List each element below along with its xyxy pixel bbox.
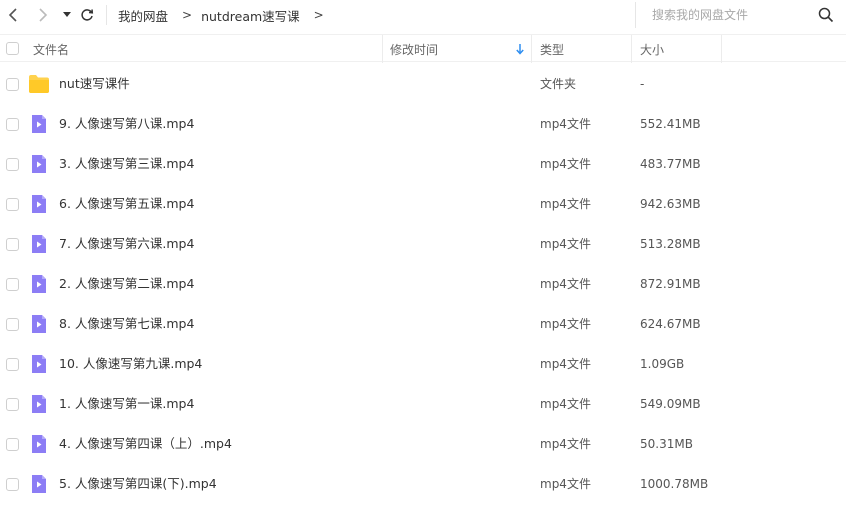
file-size: 549.09MB xyxy=(640,397,701,411)
file-size: 942.63MB xyxy=(640,197,701,211)
video-file-icon xyxy=(32,195,46,213)
file-name[interactable]: 5. 人像速写第四课(下).mp4 xyxy=(59,464,217,504)
breadcrumb: 我的网盘 > nutdream速写课 > xyxy=(118,6,333,25)
list-item[interactable]: 1. 人像速写第一课.mp4 mp4文件 549.09MB xyxy=(0,384,846,424)
video-file-icon xyxy=(32,475,46,493)
column-separator[interactable] xyxy=(382,35,383,63)
file-name[interactable]: 7. 人像速写第六课.mp4 xyxy=(59,224,194,264)
search-input[interactable] xyxy=(652,5,822,25)
forward-button[interactable] xyxy=(34,6,52,24)
row-checkbox[interactable] xyxy=(6,238,19,251)
file-list: nut速写课件 文件夹 - 9. 人像速写第八课.mp4 mp4文件 552.4… xyxy=(0,64,846,504)
list-item[interactable]: 9. 人像速写第八课.mp4 mp4文件 552.41MB xyxy=(0,104,846,144)
breadcrumb-separator[interactable]: > xyxy=(314,8,324,22)
chevron-left-icon xyxy=(8,8,17,22)
video-file-icon xyxy=(32,315,46,333)
top-navigation-bar: 我的网盘 > nutdream速写课 > xyxy=(0,0,846,30)
video-file-icon xyxy=(32,355,46,373)
row-checkbox[interactable] xyxy=(6,118,19,131)
file-type: mp4文件 xyxy=(540,117,591,131)
refresh-icon xyxy=(81,9,94,21)
video-file-icon xyxy=(32,235,46,253)
file-type: mp4文件 xyxy=(540,157,591,171)
breadcrumb-item-current[interactable]: nutdream速写课 xyxy=(201,6,300,25)
file-name[interactable]: 9. 人像速写第八课.mp4 xyxy=(59,104,194,144)
video-file-icon xyxy=(32,395,46,413)
row-checkbox[interactable] xyxy=(6,358,19,371)
list-item[interactable]: 4. 人像速写第四课（上）.mp4 mp4文件 50.31MB xyxy=(0,424,846,464)
row-checkbox[interactable] xyxy=(6,278,19,291)
column-separator[interactable] xyxy=(531,35,532,63)
list-item[interactable]: 6. 人像速写第五课.mp4 mp4文件 942.63MB xyxy=(0,184,846,224)
file-name[interactable]: 2. 人像速写第二课.mp4 xyxy=(59,264,194,304)
file-name[interactable]: 3. 人像速写第三课.mp4 xyxy=(59,144,194,184)
list-item[interactable]: nut速写课件 文件夹 - xyxy=(0,64,846,104)
refresh-button[interactable] xyxy=(78,6,96,24)
column-separator[interactable] xyxy=(631,35,632,63)
file-type: mp4文件 xyxy=(540,357,591,371)
search-box xyxy=(635,2,846,28)
file-name[interactable]: 6. 人像速写第五课.mp4 xyxy=(59,184,194,224)
column-header-modified[interactable]: 修改时间 xyxy=(390,35,438,63)
file-name[interactable]: 10. 人像速写第九课.mp4 xyxy=(59,344,202,384)
column-header-name[interactable]: 文件名 xyxy=(33,35,69,63)
column-header: 文件名 修改时间 类型 大小 xyxy=(0,34,846,63)
column-header-type[interactable]: 类型 xyxy=(540,35,564,63)
file-size: 1.09GB xyxy=(640,357,685,371)
file-type: mp4文件 xyxy=(540,437,591,451)
file-size: 872.91MB xyxy=(640,277,701,291)
file-type: mp4文件 xyxy=(540,397,591,411)
video-file-icon xyxy=(32,115,46,133)
chevron-right-icon xyxy=(39,8,48,22)
list-item[interactable]: 3. 人像速写第三课.mp4 mp4文件 483.77MB xyxy=(0,144,846,184)
list-item[interactable]: 8. 人像速写第七课.mp4 mp4文件 624.67MB xyxy=(0,304,846,344)
file-type: mp4文件 xyxy=(540,197,591,211)
file-size: 1000.78MB xyxy=(640,477,709,491)
file-size: 50.31MB xyxy=(640,437,693,451)
toolbar-divider xyxy=(106,5,107,25)
file-size: 552.41MB xyxy=(640,117,701,131)
file-size: 483.77MB xyxy=(640,157,701,171)
list-item[interactable]: 2. 人像速写第二课.mp4 mp4文件 872.91MB xyxy=(0,264,846,304)
file-type: mp4文件 xyxy=(540,277,591,291)
file-size: 513.28MB xyxy=(640,237,701,251)
file-size: 624.67MB xyxy=(640,317,701,331)
column-header-size[interactable]: 大小 xyxy=(640,35,664,63)
breadcrumb-separator: > xyxy=(182,8,193,22)
file-name[interactable]: 8. 人像速写第七课.mp4 xyxy=(59,304,194,344)
column-separator[interactable] xyxy=(721,35,722,63)
file-type: mp4文件 xyxy=(540,237,591,251)
back-button[interactable] xyxy=(4,6,22,24)
folder-icon xyxy=(29,75,49,93)
search-icon[interactable] xyxy=(818,7,834,23)
row-checkbox[interactable] xyxy=(6,198,19,211)
row-checkbox[interactable] xyxy=(6,78,19,91)
video-file-icon xyxy=(32,155,46,173)
breadcrumb-item-root[interactable]: 我的网盘 xyxy=(118,6,168,25)
file-name[interactable]: 1. 人像速写第一课.mp4 xyxy=(59,384,194,424)
file-type: mp4文件 xyxy=(540,317,591,331)
select-all-checkbox[interactable] xyxy=(6,42,19,55)
video-file-icon xyxy=(32,435,46,453)
list-item[interactable]: 10. 人像速写第九课.mp4 mp4文件 1.09GB xyxy=(0,344,846,384)
file-type: mp4文件 xyxy=(540,477,591,491)
file-name[interactable]: 4. 人像速写第四课（上）.mp4 xyxy=(59,424,232,464)
list-item[interactable]: 7. 人像速写第六课.mp4 mp4文件 513.28MB xyxy=(0,224,846,264)
sort-down-arrow-icon[interactable] xyxy=(515,43,525,55)
video-file-icon xyxy=(32,275,46,293)
file-size: - xyxy=(640,77,645,91)
list-item[interactable]: 5. 人像速写第四课(下).mp4 mp4文件 1000.78MB xyxy=(0,464,846,504)
file-type: 文件夹 xyxy=(540,77,577,91)
file-name[interactable]: nut速写课件 xyxy=(59,64,130,104)
row-checkbox[interactable] xyxy=(6,398,19,411)
row-checkbox[interactable] xyxy=(6,478,19,491)
row-checkbox[interactable] xyxy=(6,438,19,451)
caret-down-icon xyxy=(63,12,71,17)
row-checkbox[interactable] xyxy=(6,318,19,331)
row-checkbox[interactable] xyxy=(6,158,19,171)
history-dropdown-button[interactable] xyxy=(58,6,76,24)
